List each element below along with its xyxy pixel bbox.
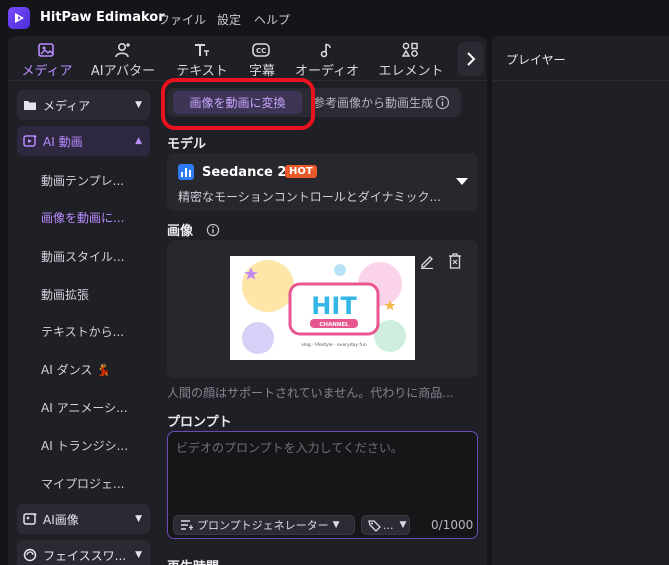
sidebar-group-ai-video[interactable]: AI 動画 ▲ <box>17 126 150 156</box>
prompt-generator-icon <box>181 520 193 530</box>
dropdown-arrow-icon <box>456 178 468 185</box>
seedance-logo-icon <box>178 164 194 180</box>
edit-icon[interactable] <box>419 253 435 269</box>
tab-subtitle[interactable]: CC 字幕 <box>242 40 282 80</box>
uploaded-image-thumbnail[interactable]: HIT CHANNEL vlog · lifestyle · everyday … <box>230 256 415 360</box>
menu-file[interactable]: ファイル <box>158 11 206 28</box>
app-logo-icon <box>8 7 30 29</box>
app-title: HitPaw Edimakor <box>40 10 165 25</box>
image-section-label: 画像 <box>167 220 220 239</box>
sidebar-group-ai-image[interactable]: AI画像 ▼ <box>17 504 150 534</box>
ai-video-icon <box>23 135 37 147</box>
tab-subtitle-label: 字幕 <box>248 64 275 79</box>
sidebar-item-image-to-video[interactable]: 画像を動画に... <box>41 209 124 226</box>
caret-down-icon: ▼ <box>399 520 407 530</box>
element-icon <box>402 40 420 60</box>
tab-element[interactable]: エレメント <box>376 40 446 80</box>
model-description: 精密なモーションコントロールとダイナミック... <box>178 190 441 204</box>
text-icon <box>193 40 211 60</box>
tab-text-label: テキスト <box>176 64 228 79</box>
delete-icon[interactable] <box>447 252 463 270</box>
sidebar-ai-video-label: AI 動画 <box>43 134 83 149</box>
sidebar-ai-image-label: AI画像 <box>43 512 79 527</box>
duration-section-label: 再生時間 <box>167 556 219 565</box>
audio-icon <box>319 40 335 60</box>
top-toolbar: メディア AIアバター テキスト CC 字幕 オーディオ エレメント <box>8 36 487 80</box>
sidebar-media-label: メディア <box>43 98 91 113</box>
subtitle-icon: CC <box>252 40 272 60</box>
media-icon <box>38 40 56 60</box>
tab-reference-image-to-video[interactable]: 参考画像から動画生成 <box>313 94 433 111</box>
prompt-generator-button[interactable]: プロンプトジェネレーター ▼ <box>173 515 355 535</box>
face-swap-icon <box>23 548 37 562</box>
menu-settings[interactable]: 設定 <box>217 11 241 28</box>
tab-media-label: メディア <box>21 64 73 79</box>
hot-badge: HOT <box>285 165 317 178</box>
sidebar-group-media[interactable]: メディア ▼ <box>17 90 150 120</box>
caret-down-icon: ▼ <box>135 514 142 524</box>
face-not-supported-notice: 人間の顔はサポートされていません。代わりに商品... <box>167 386 454 400</box>
sidebar-item-video-style[interactable]: 動画スタイル... <box>41 248 124 265</box>
sidebar-item-video-extend[interactable]: 動画拡張 <box>41 286 89 303</box>
sidebar-item-text-to-video[interactable]: テキストから... <box>41 323 124 340</box>
player-panel: プレイヤー <box>492 36 669 565</box>
info-icon[interactable] <box>206 223 220 237</box>
toolbar-next-button[interactable] <box>458 42 484 76</box>
hit-channel-artwork: HIT CHANNEL vlog · lifestyle · everyday … <box>242 260 406 354</box>
sidebar-item-ai-transition[interactable]: AI トランジシ... <box>41 437 128 454</box>
tag-icon <box>368 519 381 532</box>
title-bar: HitPaw Edimakor ファイル 設定 ヘルプ <box>0 0 669 36</box>
thumb-sub-text: CHANNEL <box>319 322 349 328</box>
prompt-section-label: プロンプト <box>167 415 232 430</box>
tab-reference-label: 参考画像から動画生成 <box>313 96 434 110</box>
tab-element-label: エレメント <box>378 64 444 79</box>
prompt-placeholder: ビデオのプロンプトを入力してください。 <box>176 441 403 455</box>
chevron-right-icon <box>467 52 476 66</box>
caret-down-icon: ▼ <box>135 550 142 560</box>
tab-audio-label: オーディオ <box>294 64 360 79</box>
sidebar-item-ai-dance[interactable]: AI ダンス 💃 <box>41 361 111 378</box>
svg-text:CC: CC <box>256 47 266 55</box>
caret-down-icon: ▼ <box>332 520 340 530</box>
ai-image-icon <box>23 513 37 525</box>
menu-help[interactable]: ヘルプ <box>254 11 290 28</box>
sidebar-item-my-projects[interactable]: マイプロジェ... <box>41 475 124 492</box>
player-divider <box>492 80 669 81</box>
dancer-icon: 💃 <box>96 363 112 377</box>
prompt-textarea[interactable]: ビデオのプロンプトを入力してください。 プロンプトジェネレーター ▼ ... ▼… <box>167 431 478 539</box>
sidebar-face-swap-label: フェイススワ... <box>43 548 127 563</box>
style-dropdown-button[interactable]: ... ▼ <box>361 515 410 535</box>
ai-avatar-icon <box>114 40 132 60</box>
image-label-text: 画像 <box>167 224 194 239</box>
sidebar-group-face-swap[interactable]: フェイススワ... ▼ <box>17 540 150 565</box>
sidebar-item-ai-animation[interactable]: AI アニメーシ... <box>41 399 128 416</box>
thumb-logo-text: HIT <box>311 292 357 320</box>
model-section-label: モデル <box>167 137 207 152</box>
sidebar-item-ai-dance-label: AI ダンス <box>41 363 93 377</box>
style-dropdown-label: ... <box>383 518 394 532</box>
tab-ai-avatar[interactable]: AIアバター <box>88 40 158 80</box>
caret-down-icon: ▼ <box>135 100 142 110</box>
player-title: プレイヤー <box>506 53 566 67</box>
info-icon[interactable] <box>435 95 450 110</box>
char-counter: 0/1000 <box>431 518 474 532</box>
caret-up-icon: ▲ <box>135 136 142 146</box>
prompt-generator-label: プロンプトジェネレーター <box>197 519 329 532</box>
folder-icon <box>24 101 36 110</box>
tab-ai-avatar-label: AIアバター <box>90 64 156 79</box>
model-selector[interactable]: Seedance 2.0 HOT 精密なモーションコントロールとダイナミック..… <box>167 153 478 211</box>
tab-media[interactable]: メディア <box>16 40 78 80</box>
tab-text[interactable]: テキスト <box>172 40 232 80</box>
sidebar-item-video-template[interactable]: 動画テンプレ... <box>41 172 124 189</box>
thumb-caption-text: vlog · lifestyle · everyday fun <box>301 342 367 348</box>
tab-audio[interactable]: オーディオ <box>292 40 362 80</box>
highlight-annotation <box>161 78 315 130</box>
image-upload-card: HIT CHANNEL vlog · lifestyle · everyday … <box>167 240 478 378</box>
